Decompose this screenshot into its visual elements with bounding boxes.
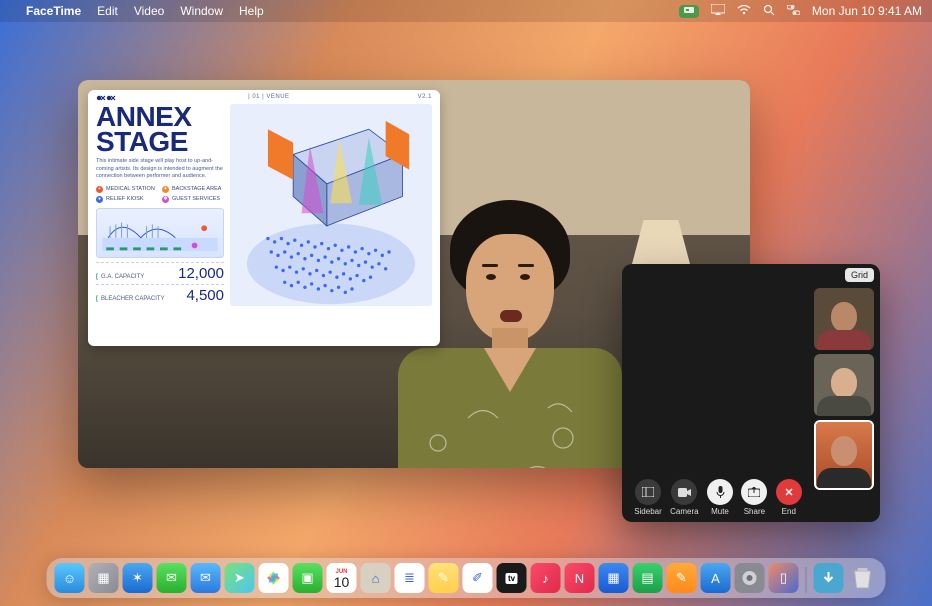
dock-app-app-store[interactable]: A bbox=[701, 563, 731, 593]
participant-thumb-1[interactable] bbox=[814, 288, 874, 350]
control-mute[interactable]: Mute bbox=[707, 479, 733, 516]
dock-app-maps[interactable]: ➤ bbox=[225, 563, 255, 593]
dock-app-notes[interactable]: ✎ bbox=[429, 563, 459, 593]
dock-app-finder[interactable]: ☺ bbox=[55, 563, 85, 593]
slide-map-thumb bbox=[96, 208, 224, 258]
dock-app-keynote[interactable]: ▦ bbox=[599, 563, 629, 593]
capacity-label: G.A. CAPACITY bbox=[101, 274, 144, 280]
dock-app-music[interactable]: ♪ bbox=[531, 563, 561, 593]
control-share[interactable]: Share bbox=[741, 479, 767, 516]
menu-datetime[interactable]: Mon Jun 10 9:41 AM bbox=[812, 4, 922, 18]
dock-app-calendar[interactable]: JUN10 bbox=[327, 563, 357, 593]
facetime-controls: Sidebar Camera Mute Share End bbox=[630, 479, 806, 516]
facetime-controls-window[interactable]: Grid Sidebar Camera Mute bbox=[622, 264, 880, 522]
legend-label: BACKSTAGE AREA bbox=[172, 186, 221, 192]
legend-dot-guest: ✱ bbox=[162, 196, 169, 203]
dock-separator bbox=[806, 567, 807, 593]
menu-edit[interactable]: Edit bbox=[97, 4, 118, 18]
legend-label: MEDICAL STATION bbox=[106, 186, 155, 192]
control-sidebar[interactable]: Sidebar bbox=[634, 479, 662, 516]
dock-app-iphone-mirroring[interactable]: ▯ bbox=[769, 563, 799, 593]
slide-legend: +MEDICAL STATION ✦BACKSTAGE AREA ●RELIEF… bbox=[96, 186, 224, 203]
dock-downloads[interactable] bbox=[814, 563, 844, 593]
capacity-value: 12,000 bbox=[178, 265, 224, 282]
control-label: Mute bbox=[711, 507, 729, 516]
capacity-row: [BLEACHER CAPACITY 4,500 bbox=[96, 284, 224, 306]
dock-app-settings[interactable] bbox=[735, 563, 765, 593]
capacity-value: 4,500 bbox=[186, 287, 224, 304]
slide-header-right: V2.1 bbox=[418, 94, 432, 104]
control-label: Sidebar bbox=[634, 507, 662, 516]
menu-window[interactable]: Window bbox=[180, 4, 223, 18]
app-menu[interactable]: FaceTime bbox=[26, 4, 81, 18]
menu-bar: FaceTime Edit Video Window Help Mon Jun … bbox=[0, 0, 932, 22]
control-label: Share bbox=[744, 507, 765, 516]
dock-app-pages[interactable]: ✎ bbox=[667, 563, 697, 593]
slide-header-left: | 01 | VENUE bbox=[248, 94, 289, 104]
participant-thumbnails bbox=[814, 288, 874, 490]
grid-toggle-button[interactable]: Grid bbox=[845, 268, 874, 282]
capacity-label: BLEACHER CAPACITY bbox=[101, 296, 165, 302]
legend-label: RELIEF KIOSK bbox=[106, 196, 144, 202]
dock-trash[interactable] bbox=[848, 563, 878, 593]
dock-app-safari[interactable]: ✶ bbox=[123, 563, 153, 593]
dock: ☺▦✶✉✉➤▣JUN10⌂≣✎✐tv♪N▦▤✎A▯ bbox=[47, 558, 886, 598]
legend-dot-relief: ● bbox=[96, 196, 103, 203]
dock-app-tv[interactable]: tv bbox=[497, 563, 527, 593]
capacity-row: [G.A. CAPACITY 12,000 bbox=[96, 262, 224, 284]
menu-help[interactable]: Help bbox=[239, 4, 264, 18]
slide-description: This intimate side stage will play host … bbox=[96, 158, 224, 179]
legend-dot-backstage: ✦ bbox=[162, 186, 169, 193]
menu-video[interactable]: Video bbox=[134, 4, 164, 18]
screen-mirror-icon[interactable] bbox=[711, 4, 725, 18]
dock-app-numbers[interactable]: ▤ bbox=[633, 563, 663, 593]
dock-app-facetime[interactable]: ▣ bbox=[293, 563, 323, 593]
dock-app-contacts[interactable]: ⌂ bbox=[361, 563, 391, 593]
spotlight-icon[interactable] bbox=[763, 4, 775, 19]
control-end[interactable]: End bbox=[776, 479, 802, 516]
control-label: End bbox=[782, 507, 796, 516]
dock-app-mail[interactable]: ✉ bbox=[191, 563, 221, 593]
self-view-thumb[interactable] bbox=[814, 420, 874, 490]
control-center-icon[interactable] bbox=[787, 4, 800, 18]
legend-dot-medical: + bbox=[96, 186, 103, 193]
control-camera[interactable]: Camera bbox=[670, 479, 698, 516]
dock-app-messages[interactable]: ✉ bbox=[157, 563, 187, 593]
screen-share-indicator[interactable] bbox=[679, 5, 699, 18]
dock-app-reminders[interactable]: ≣ bbox=[395, 563, 425, 593]
dock-app-news[interactable]: N bbox=[565, 563, 595, 593]
legend-label: GUEST SERVICES bbox=[172, 196, 220, 202]
slide-title-2: STAGE bbox=[96, 129, 224, 154]
wifi-icon[interactable] bbox=[737, 4, 751, 18]
control-label: Camera bbox=[670, 507, 698, 516]
dock-app-photos[interactable] bbox=[259, 563, 289, 593]
participant-thumb-2[interactable] bbox=[814, 354, 874, 416]
dock-app-freeform[interactable]: ✐ bbox=[463, 563, 493, 593]
shared-screen-slide: | 01 | VENUE V2.1 ANNEX STAGE This intim… bbox=[88, 90, 440, 346]
dock-app-launchpad[interactable]: ▦ bbox=[89, 563, 119, 593]
slide-isometric-map bbox=[230, 104, 432, 306]
